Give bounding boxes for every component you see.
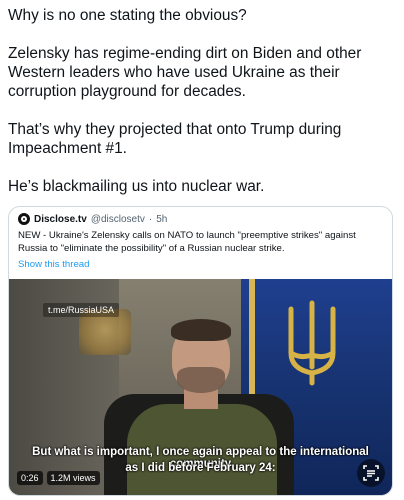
video-stats: 0:26 1.2M views bbox=[17, 471, 100, 485]
tweet-paragraph: That’s why they projected that onto Trum… bbox=[8, 121, 342, 157]
quoted-tweet-header: Disclose.tv @disclosetv · 5h bbox=[18, 213, 167, 225]
tweet-paragraph: Why is no one stating the obvious? bbox=[8, 7, 247, 24]
person-beard bbox=[177, 367, 225, 393]
tweet-text: Why is no one stating the obvious? Zelen… bbox=[8, 6, 400, 196]
quoted-tweet-time[interactable]: 5h bbox=[156, 214, 167, 225]
quoted-author-name[interactable]: Disclose.tv bbox=[34, 214, 87, 225]
disclose-logo-icon[interactable] bbox=[18, 213, 30, 225]
expand-text-icon bbox=[363, 465, 379, 481]
tweet-paragraph: He’s blackmailing us into nuclear war. bbox=[8, 178, 265, 195]
separator-dot: · bbox=[148, 213, 153, 225]
quoted-tweet-card[interactable]: Disclose.tv @disclosetv · 5h NEW - Ukrai… bbox=[8, 206, 393, 496]
video-player[interactable]: t.me/RussiaUSA But what is important, I … bbox=[9, 279, 392, 495]
video-view-count: 1.2M views bbox=[46, 471, 100, 485]
person-hair bbox=[171, 319, 231, 341]
quoted-tweet-text: NEW - Ukraine's Zelensky calls on NATO t… bbox=[18, 230, 356, 254]
show-thread-link[interactable]: Show this thread bbox=[18, 259, 89, 270]
video-watermark: t.me/RussiaUSA bbox=[43, 303, 120, 317]
tweet-paragraph: Zelensky has regime-ending dirt on Biden… bbox=[8, 45, 362, 100]
video-timestamp: 0:26 bbox=[17, 471, 43, 485]
quoted-author-handle[interactable]: @disclosetv bbox=[91, 214, 145, 225]
trident-emblem-icon bbox=[288, 300, 336, 386]
expand-text-button[interactable] bbox=[357, 459, 385, 487]
